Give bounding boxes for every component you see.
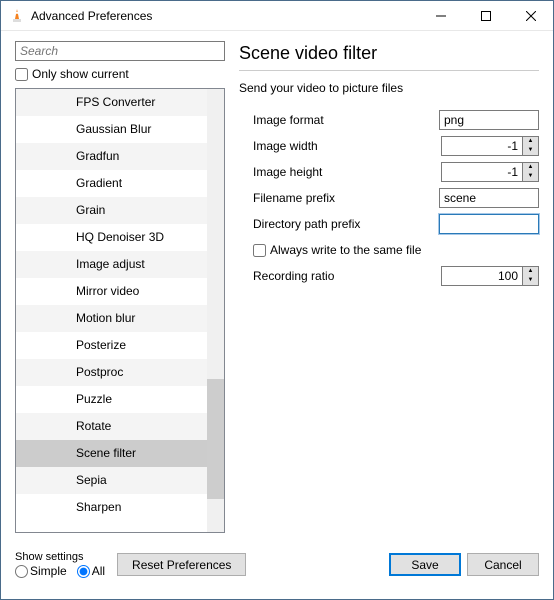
always-write-checkbox[interactable]: Always write to the same file bbox=[239, 243, 421, 257]
tree-item[interactable]: Gradient bbox=[16, 170, 207, 197]
close-button[interactable] bbox=[508, 1, 553, 30]
tree-item[interactable]: Grain bbox=[16, 197, 207, 224]
tree-item[interactable]: HQ Denoiser 3D bbox=[16, 224, 207, 251]
filename-prefix-input[interactable] bbox=[439, 188, 539, 208]
maximize-button[interactable] bbox=[463, 1, 508, 30]
scrollbar[interactable] bbox=[207, 89, 224, 532]
tree-item[interactable]: Scene filter bbox=[16, 440, 207, 467]
save-button[interactable]: Save bbox=[389, 553, 461, 576]
image-height-label: Image height bbox=[239, 165, 379, 179]
tree-item[interactable]: Mirror video bbox=[16, 278, 207, 305]
recording-ratio-stepper[interactable]: ▲▼ bbox=[441, 266, 539, 286]
app-icon bbox=[9, 8, 25, 24]
filter-tree[interactable]: FPS ConverterGaussian BlurGradfunGradien… bbox=[15, 88, 225, 533]
panel-heading: Scene video filter bbox=[239, 43, 539, 64]
only-show-current-label: Only show current bbox=[32, 67, 129, 81]
tree-item[interactable]: Gradfun bbox=[16, 143, 207, 170]
simple-radio[interactable]: Simple bbox=[15, 564, 67, 578]
left-panel: Only show current FPS ConverterGaussian … bbox=[15, 41, 225, 533]
panel-subheading: Send your video to picture files bbox=[239, 81, 539, 95]
only-show-current-checkbox[interactable]: Only show current bbox=[15, 64, 225, 84]
window-title: Advanced Preferences bbox=[31, 9, 418, 23]
image-format-label: Image format bbox=[239, 113, 379, 127]
tree-item[interactable]: Rotate bbox=[16, 413, 207, 440]
tree-item[interactable]: FPS Converter bbox=[16, 89, 207, 116]
tree-item[interactable]: Postproc bbox=[16, 359, 207, 386]
directory-prefix-input[interactable] bbox=[439, 214, 539, 234]
always-write-label: Always write to the same file bbox=[270, 243, 421, 257]
image-height-stepper[interactable]: ▲▼ bbox=[441, 162, 539, 182]
cancel-button[interactable]: Cancel bbox=[467, 553, 539, 576]
minimize-button[interactable] bbox=[418, 1, 463, 30]
tree-item[interactable]: Image adjust bbox=[16, 251, 207, 278]
tree-item[interactable]: Sharpen bbox=[16, 494, 207, 521]
search-input[interactable] bbox=[15, 41, 225, 61]
image-format-input[interactable] bbox=[439, 110, 539, 130]
right-panel: Scene video filter Send your video to pi… bbox=[239, 41, 539, 533]
tree-item[interactable]: Posterize bbox=[16, 332, 207, 359]
all-radio[interactable]: All bbox=[77, 564, 105, 578]
filename-prefix-label: Filename prefix bbox=[239, 191, 379, 205]
titlebar: Advanced Preferences bbox=[1, 1, 553, 31]
content-area: Only show current FPS ConverterGaussian … bbox=[1, 31, 553, 539]
image-width-label: Image width bbox=[239, 139, 379, 153]
tree-item[interactable]: Puzzle bbox=[16, 386, 207, 413]
bottom-bar: Show settings Simple All Reset Preferenc… bbox=[1, 539, 553, 589]
tree-item[interactable]: Gaussian Blur bbox=[16, 116, 207, 143]
reset-preferences-button[interactable]: Reset Preferences bbox=[117, 553, 246, 576]
recording-ratio-label: Recording ratio bbox=[239, 269, 379, 283]
show-settings-label: Show settings bbox=[15, 551, 111, 563]
tree-item[interactable]: Sepia bbox=[16, 467, 207, 494]
tree-item[interactable]: Motion blur bbox=[16, 305, 207, 332]
image-width-stepper[interactable]: ▲▼ bbox=[441, 136, 539, 156]
scrollbar-thumb[interactable] bbox=[207, 379, 224, 499]
directory-prefix-label: Directory path prefix bbox=[239, 217, 379, 231]
